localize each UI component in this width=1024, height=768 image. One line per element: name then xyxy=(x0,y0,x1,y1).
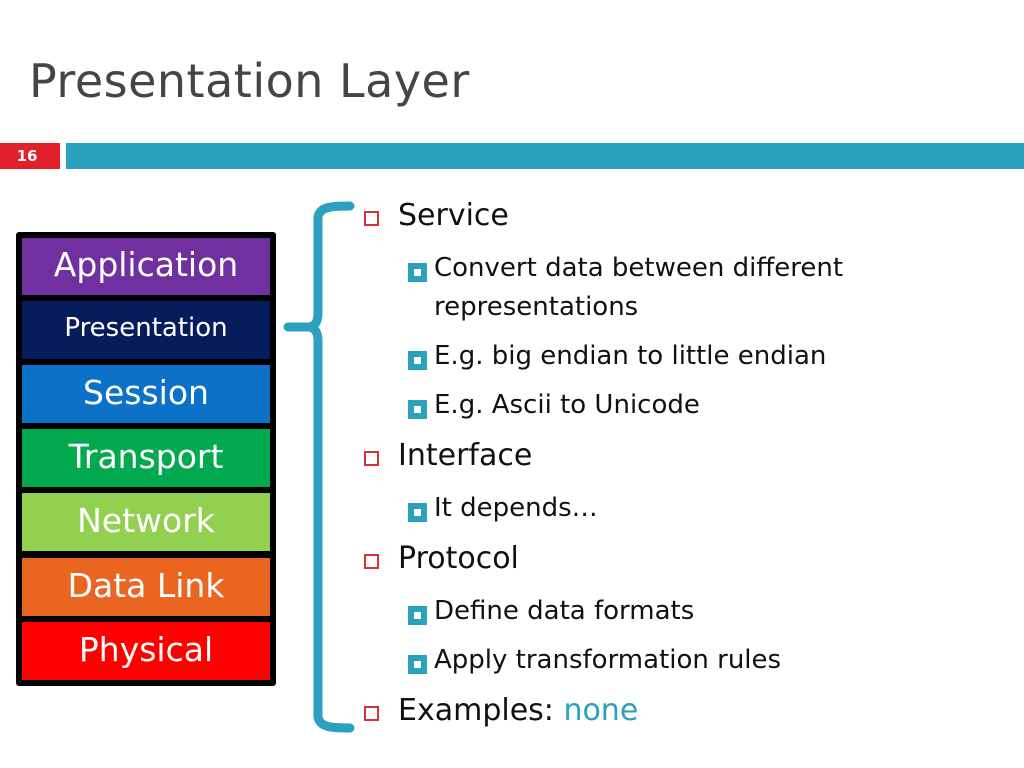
sub-bullet-text: representations xyxy=(434,292,639,322)
slide-title: Presentation Layer xyxy=(29,54,470,108)
hollow-square-bullet-icon xyxy=(364,451,379,466)
hollow-square-bullet-icon xyxy=(364,706,379,721)
osi-layer-application: Application xyxy=(22,238,270,295)
square-bullet-icon xyxy=(408,503,427,522)
osi-layer-session: Session xyxy=(22,365,270,423)
bullet-label: Examples: none xyxy=(398,693,638,728)
slide-number: 16 xyxy=(0,143,60,169)
square-bullet-icon xyxy=(408,351,427,370)
title-divider-bar xyxy=(66,143,1024,169)
bullet-label: Service xyxy=(398,198,509,233)
sub-bullet-text: Define data formats xyxy=(434,596,695,626)
sub-bullet-text: E.g. big endian to little endian xyxy=(434,341,827,371)
square-bullet-icon xyxy=(408,400,427,419)
bullet-label: Protocol xyxy=(398,541,519,576)
bullet-label-text: Examples: xyxy=(398,693,554,728)
osi-layer-data-link: Data Link xyxy=(22,558,270,616)
curly-brace-icon xyxy=(283,201,355,733)
osi-layer-stack: Application Presentation Session Transpo… xyxy=(16,232,276,686)
square-bullet-icon xyxy=(408,655,427,674)
osi-layer-physical: Physical xyxy=(22,622,270,680)
sub-bullet-text: Convert data between different xyxy=(434,253,844,283)
hollow-square-bullet-icon xyxy=(364,211,379,226)
sub-bullet-text: E.g. Ascii to Unicode xyxy=(434,390,700,420)
osi-layer-network: Network xyxy=(22,493,270,551)
examples-value: none xyxy=(563,693,639,728)
osi-layer-transport: Transport xyxy=(22,429,270,487)
bullet-label: Interface xyxy=(398,438,533,473)
square-bullet-icon xyxy=(408,606,427,625)
osi-layer-presentation: Presentation xyxy=(22,301,270,359)
square-bullet-icon xyxy=(408,263,427,282)
hollow-square-bullet-icon xyxy=(364,554,379,569)
sub-bullet-text: Apply transformation rules xyxy=(434,645,782,675)
sub-bullet-text: It depends… xyxy=(434,493,598,523)
